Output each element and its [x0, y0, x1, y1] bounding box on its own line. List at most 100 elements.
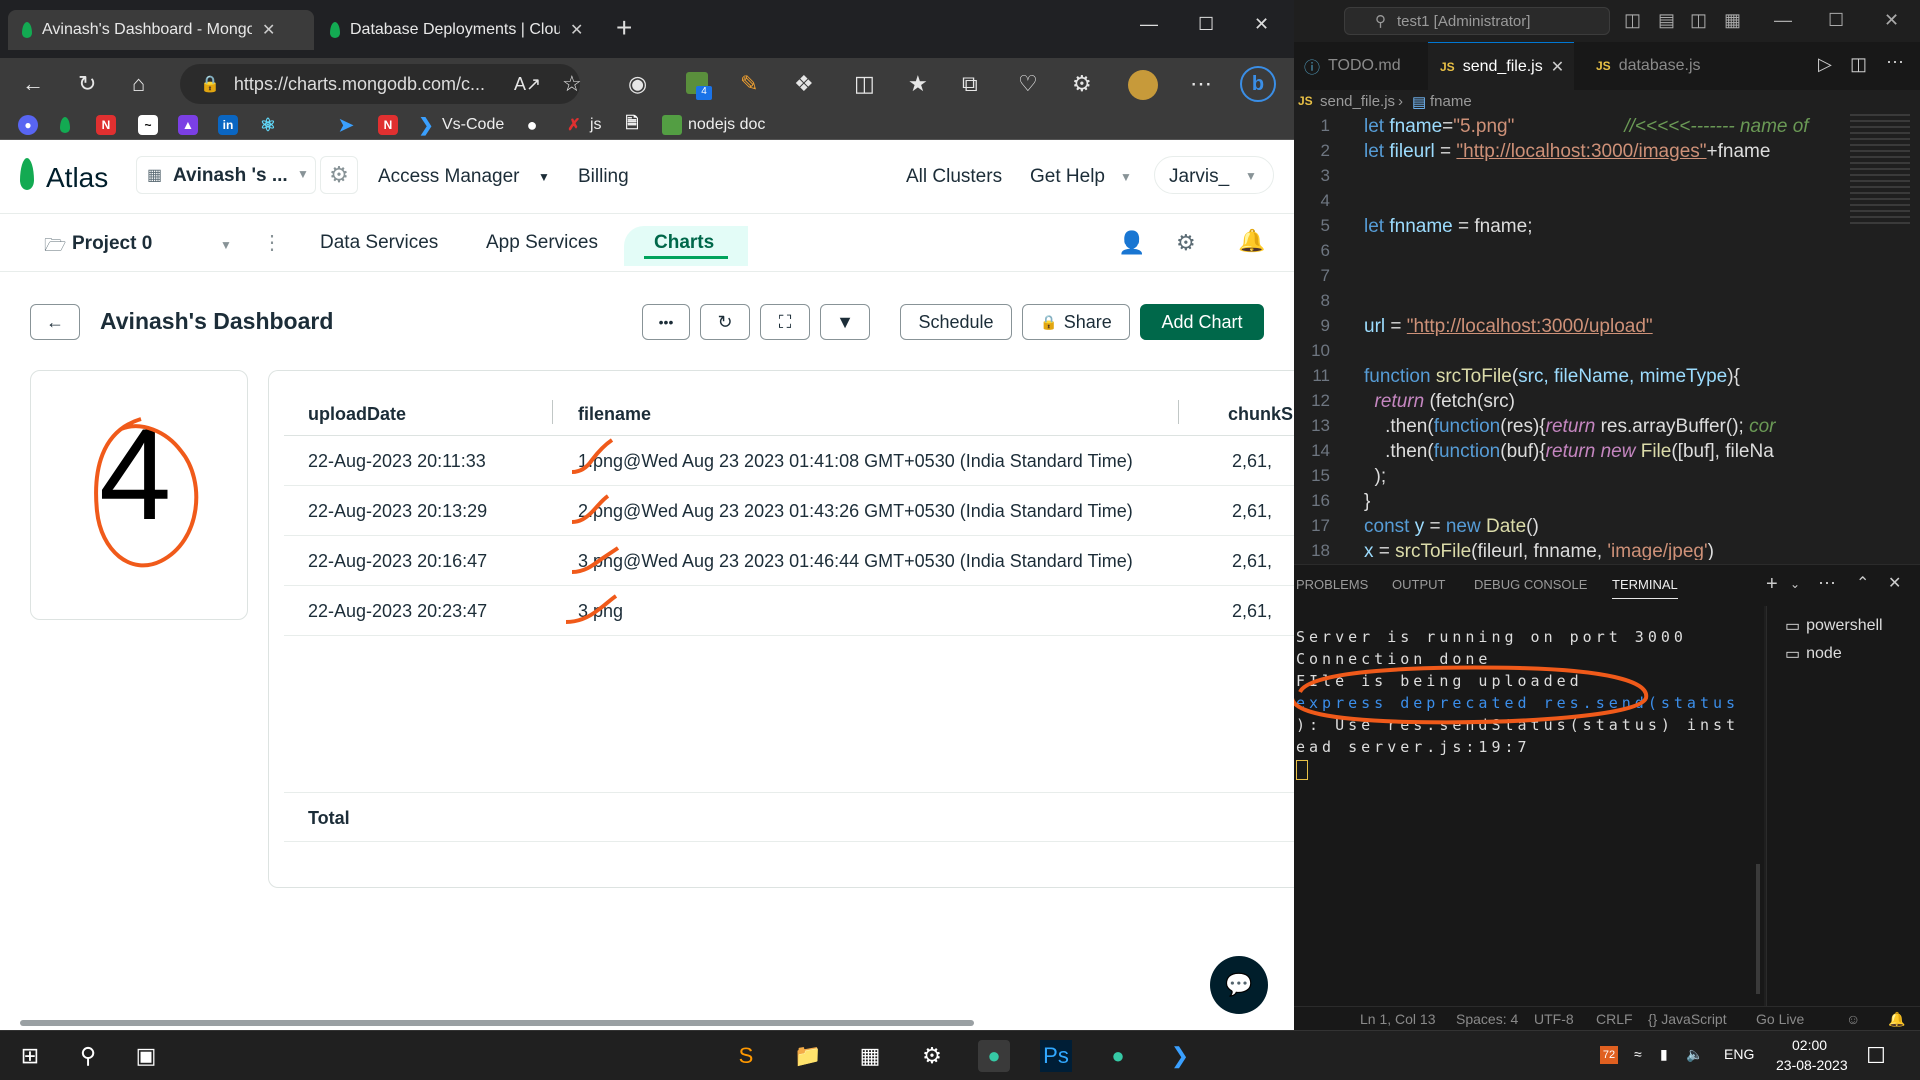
favorites-icon[interactable]: ★ — [908, 70, 928, 98]
profile-avatar[interactable] — [1128, 70, 1158, 100]
nav-data-services[interactable]: Data Services — [320, 232, 438, 254]
tab-todo-md[interactable]: ⓘ TODO.md — [1298, 42, 1428, 90]
filter-button[interactable]: ▼ — [820, 304, 870, 340]
terminal-item-node[interactable]: ▭ node — [1785, 644, 1842, 664]
new-tab-button[interactable]: + — [616, 14, 632, 42]
breadcrumb-symbol[interactable]: fname — [1430, 93, 1472, 110]
mongodb-bookmark-icon[interactable] — [60, 117, 70, 133]
run-icon[interactable]: ▷ — [1818, 54, 1832, 75]
column-header-uploaddate[interactable]: uploadDate — [308, 404, 406, 425]
bookmark-vscode[interactable]: ❯ Vs-Code — [416, 114, 504, 136]
bookmark-js[interactable]: ✗ js — [564, 114, 601, 136]
tab-atlas-dashboard[interactable]: Avinash's Dashboard - MongoDB ✕ — [8, 10, 314, 50]
file-explorer-icon[interactable]: 📁 — [792, 1040, 824, 1072]
language-indicator[interactable]: ENG — [1724, 1046, 1754, 1062]
chevron-down-icon[interactable]: ⌄ — [1790, 577, 1800, 591]
clock-time[interactable]: 02:00 — [1792, 1037, 1827, 1053]
breadcrumb-file[interactable]: send_file.js — [1320, 93, 1395, 110]
nav-all-clusters[interactable]: All Clusters — [906, 166, 1002, 188]
minimap[interactable] — [1850, 114, 1910, 224]
nav-app-services[interactable]: App Services — [486, 232, 598, 254]
split-editor-icon[interactable]: ◫ — [1850, 54, 1867, 75]
refresh-icon[interactable]: ↻ — [78, 70, 96, 98]
chart-bookmark-icon[interactable]: ~ — [138, 115, 158, 135]
notifications-icon[interactable]: 🔔 — [1888, 1011, 1905, 1028]
bird-bookmark-icon[interactable]: ➤ — [336, 115, 356, 135]
minimize-icon[interactable]: — — [1774, 10, 1792, 31]
favorite-star-icon[interactable]: ☆ — [562, 70, 582, 98]
terminal[interactable]: Server is running on port 3000 Connectio… — [1294, 606, 1764, 1006]
edge-dev-icon[interactable]: ● — [1102, 1040, 1134, 1072]
new-terminal-icon[interactable]: + — [1766, 573, 1778, 596]
bookmark-nodejs-doc[interactable]: nodejs doc — [662, 114, 765, 136]
table-row[interactable]: 22-Aug-2023 20:16:47 3.png@Wed Aug 23 20… — [284, 536, 1294, 586]
ns-bookmark-icon[interactable]: N — [96, 115, 116, 135]
more-options-button[interactable]: ••• — [642, 304, 690, 340]
bing-chat-icon[interactable]: b — [1240, 66, 1276, 102]
toggle-panel-icon[interactable]: ▤ — [1658, 10, 1675, 31]
puzzle-extensions-icon[interactable]: ❖ — [794, 70, 814, 98]
refresh-button[interactable]: ↻ — [700, 304, 750, 340]
status-encoding[interactable]: UTF-8 — [1534, 1011, 1574, 1027]
column-header-filename[interactable]: filename — [578, 404, 651, 425]
user-menu[interactable]: Jarvis_ ▼ — [1154, 156, 1274, 194]
org-selector[interactable]: ▦ Avinash 's ... ▼ — [136, 156, 316, 194]
maximize-icon[interactable]: ☐ — [1198, 14, 1214, 35]
column-header-chunksize[interactable]: chunkS — [1228, 404, 1293, 425]
status-eol[interactable]: CRLF — [1596, 1011, 1633, 1027]
volume-icon[interactable]: 🔈 — [1686, 1046, 1703, 1063]
task-view-icon[interactable]: ▣ — [130, 1040, 162, 1072]
command-center-search[interactable]: ⚲ test1 [Administrator] — [1344, 7, 1610, 35]
back-button[interactable]: ← — [30, 304, 80, 340]
close-icon[interactable]: ✕ — [1551, 57, 1564, 77]
health-icon[interactable]: ♡ — [1018, 70, 1038, 98]
status-cursor-position[interactable]: Ln 1, Col 13 — [1360, 1011, 1436, 1027]
toggle-sidebar-icon[interactable]: ◫ — [1624, 10, 1641, 31]
edit-extension-icon[interactable]: ✎ — [740, 70, 758, 98]
wifi-icon[interactable]: ≈ — [1634, 1046, 1642, 1062]
maximize-panel-icon[interactable]: ⌃ — [1856, 573, 1869, 593]
tab-debug-console[interactable]: DEBUG CONSOLE — [1474, 577, 1587, 592]
close-panel-icon[interactable]: ✕ — [1888, 573, 1901, 593]
linkedin-icon[interactable]: in — [218, 115, 238, 135]
react-icon[interactable]: ⚛ — [258, 115, 278, 135]
table-row[interactable]: 22-Aug-2023 20:13:29 2.png@Wed Aug 23 20… — [284, 486, 1294, 536]
extension-face-icon[interactable]: ◉ — [628, 70, 647, 98]
project-selector[interactable]: Project 0 — [72, 233, 152, 255]
status-indentation[interactable]: Spaces: 4 — [1456, 1011, 1518, 1027]
more-menu-icon[interactable]: ⋯ — [1190, 70, 1212, 98]
close-icon[interactable]: ✕ — [570, 20, 583, 40]
close-icon[interactable]: ✕ — [1884, 10, 1899, 31]
edge-icon[interactable]: ● — [978, 1040, 1010, 1072]
split-screen-icon[interactable]: ◫ — [854, 70, 875, 98]
nav-billing[interactable]: Billing — [578, 166, 629, 188]
tab-database-js[interactable]: JS database.js — [1584, 42, 1714, 90]
tab-terminal[interactable]: TERMINAL — [1612, 577, 1678, 599]
vertical-ellipsis-icon[interactable]: ⋮ — [262, 230, 282, 255]
analytics-bookmark-icon[interactable]: ▲ — [178, 115, 198, 135]
read-aloud-icon[interactable]: A↗ — [514, 70, 541, 98]
share-button[interactable]: 🔒 Share — [1022, 304, 1130, 340]
bell-icon[interactable]: 🔔 — [1238, 228, 1265, 254]
tab-output[interactable]: OUTPUT — [1392, 577, 1445, 592]
nav-access-manager[interactable]: Access Manager — [378, 166, 520, 188]
settings-icon[interactable]: ⚙ — [916, 1040, 948, 1072]
org-settings-gear-icon[interactable]: ⚙ — [320, 156, 358, 194]
customize-layout-icon[interactable]: ▦ — [1724, 10, 1741, 31]
activity-icon[interactable]: ⚙ — [1176, 230, 1196, 256]
tab-send-file-js[interactable]: JS send_file.js ✕ — [1428, 42, 1574, 90]
browser-essentials-icon[interactable]: ⚙ — [1072, 70, 1092, 98]
feedback-icon[interactable]: ☺ — [1846, 1011, 1860, 1027]
code-editor[interactable]: 1 2 3 4 5 6 7 8 9 10 11 12 13 14 15 16 1… — [1294, 114, 1920, 560]
back-icon[interactable]: ← — [22, 70, 44, 98]
notification-center-icon[interactable]: ☐ — [1860, 1040, 1892, 1072]
status-language[interactable]: {} JavaScript — [1648, 1011, 1727, 1027]
tab-problems[interactable]: PROBLEMS — [1296, 577, 1368, 592]
horizontal-scrollbar[interactable] — [20, 1020, 974, 1026]
collections-icon[interactable]: ⧉ — [962, 70, 978, 98]
tray-badge[interactable]: 72 — [1600, 1046, 1618, 1064]
toggle-secondary-sidebar-icon[interactable]: ◫ — [1690, 10, 1707, 31]
close-window-icon[interactable]: ✕ — [1254, 14, 1269, 35]
invite-user-icon[interactable]: 👤 — [1118, 230, 1145, 256]
sublime-text-icon[interactable]: S — [730, 1040, 762, 1072]
